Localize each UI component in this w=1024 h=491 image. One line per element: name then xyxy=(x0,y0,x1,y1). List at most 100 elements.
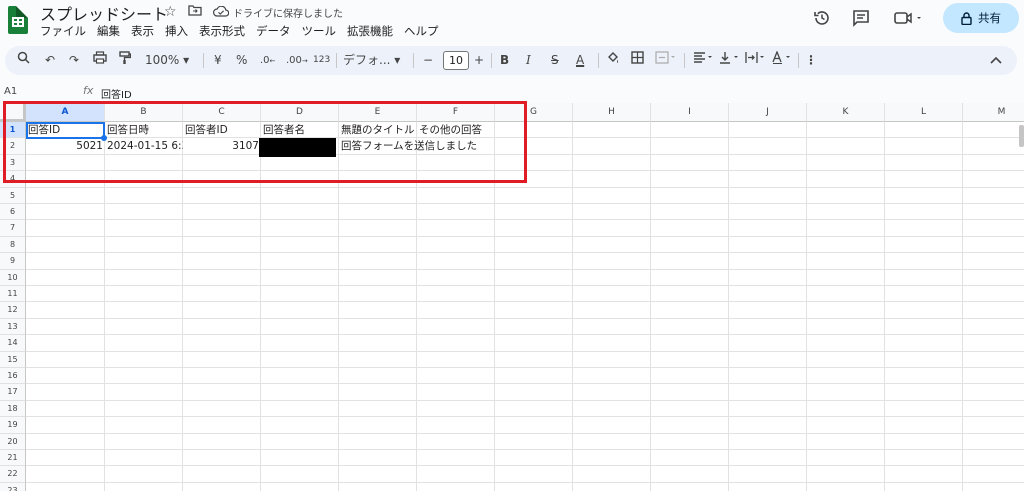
row-header-10[interactable]: 10 xyxy=(0,269,26,286)
text-wrap-icon[interactable] xyxy=(745,51,767,70)
row-header-12[interactable]: 12 xyxy=(0,302,26,319)
spreadsheet-app: スプレッドシート ☆ ドライブに保存しました ファイル 編集 表示 挿入 表示形… xyxy=(0,0,1024,491)
menu-file[interactable]: ファイル xyxy=(40,23,86,39)
grid-line xyxy=(572,122,573,491)
grid-line xyxy=(26,432,1024,434)
grid-line xyxy=(26,465,1024,467)
decrease-font-size-button[interactable]: − xyxy=(423,51,433,70)
number-format-button[interactable]: 123 xyxy=(313,51,330,70)
grid-line xyxy=(26,285,1024,286)
grid-line xyxy=(26,481,1024,483)
comment-icon[interactable] xyxy=(852,9,870,31)
row-header-9[interactable]: 9 xyxy=(0,253,26,270)
redo-icon[interactable]: ↷ xyxy=(69,51,79,70)
row-header-6[interactable]: 6 xyxy=(0,204,26,221)
share-button[interactable]: 共有 xyxy=(943,3,1019,33)
history-icon[interactable] xyxy=(813,9,831,31)
font-size-input[interactable]: 10 xyxy=(443,51,469,70)
menu-tools[interactable]: ツール xyxy=(302,23,337,39)
decrease-decimal-label: .0 xyxy=(260,55,270,66)
grid-line xyxy=(26,416,1024,418)
menu-view[interactable]: 表示 xyxy=(131,23,154,39)
horizontal-align-icon[interactable] xyxy=(693,51,715,70)
move-folder-icon[interactable] xyxy=(188,4,202,20)
paint-format-icon[interactable] xyxy=(118,51,132,70)
document-title[interactable]: スプレッドシート xyxy=(40,1,168,25)
header: スプレッドシート ☆ ドライブに保存しました ファイル 編集 表示 挿入 表示形… xyxy=(0,0,1024,44)
decrease-decimal-button[interactable]: .0← xyxy=(260,51,275,70)
bold-button[interactable]: B xyxy=(500,51,509,70)
grid-line xyxy=(806,122,807,491)
menu-insert[interactable]: 挿入 xyxy=(165,23,188,39)
italic-button[interactable]: I xyxy=(526,51,531,70)
row-header-13[interactable]: 13 xyxy=(0,318,26,336)
vertical-scrollbar[interactable] xyxy=(1019,125,1024,147)
menu-format[interactable]: 表示形式 xyxy=(199,23,245,39)
menu-help[interactable]: ヘルプ xyxy=(404,23,439,39)
text-rotation-icon[interactable] xyxy=(771,50,793,70)
merge-cells-icon[interactable] xyxy=(655,51,677,70)
sheets-logo-icon[interactable] xyxy=(8,6,28,34)
row-header-19[interactable]: 19 xyxy=(0,417,26,434)
star-icon[interactable]: ☆ xyxy=(164,4,177,20)
menu-data[interactable]: データ xyxy=(256,23,291,39)
row-header-7[interactable]: 7 xyxy=(0,220,26,237)
column-header-l[interactable]: L xyxy=(885,103,963,122)
toolbar-divider xyxy=(684,53,685,68)
grid-line xyxy=(26,383,1024,385)
grid-line xyxy=(26,317,1024,319)
grid-line xyxy=(26,186,1024,188)
increase-decimal-button[interactable]: .00→ xyxy=(286,51,308,70)
cloud-saved-icon[interactable] xyxy=(213,5,230,21)
percent-format-button[interactable]: % xyxy=(236,51,247,70)
column-header-m[interactable]: M xyxy=(963,103,1024,122)
row-header-17[interactable]: 17 xyxy=(0,384,26,401)
row-header-16[interactable]: 16 xyxy=(0,368,26,385)
grid-line xyxy=(26,301,1024,303)
toolbar-divider xyxy=(491,53,492,68)
collapse-toolbar-icon[interactable] xyxy=(990,51,1002,70)
formula-input[interactable]: 回答ID xyxy=(101,86,132,101)
grid-line xyxy=(962,122,963,491)
column-header-i[interactable]: I xyxy=(651,103,729,122)
toolbar-divider xyxy=(413,53,414,68)
row-header-18[interactable]: 18 xyxy=(0,400,26,418)
search-icon[interactable] xyxy=(17,51,30,70)
column-header-h[interactable]: H xyxy=(573,103,651,122)
grid-line xyxy=(884,122,885,491)
row-header-22[interactable]: 22 xyxy=(0,466,26,483)
grid-line xyxy=(26,252,1024,254)
strikethrough-button[interactable]: S xyxy=(551,51,559,70)
zoom-select[interactable]: 100% ▾ xyxy=(145,51,189,70)
increase-font-size-button[interactable]: + xyxy=(474,51,484,70)
row-header-15[interactable]: 15 xyxy=(0,351,26,368)
toolbar: ↶ ↷ 100% ▾ ¥ % .0← .00→ 123 デフォ... ▾ − 1… xyxy=(5,46,1017,75)
menu-bar: ファイル 編集 表示 挿入 表示形式 データ ツール 拡張機能 ヘルプ xyxy=(40,23,439,39)
row-header-5[interactable]: 5 xyxy=(0,187,26,204)
row-header-21[interactable]: 21 xyxy=(0,450,26,467)
font-family-select[interactable]: デフォ... ▾ xyxy=(343,51,400,70)
menu-extensions[interactable]: 拡張機能 xyxy=(347,23,393,39)
print-icon[interactable] xyxy=(93,51,107,70)
row-header-23[interactable]: 23 xyxy=(0,482,26,491)
grid-line xyxy=(26,449,1024,450)
row-header-11[interactable]: 11 xyxy=(0,286,26,303)
column-header-j[interactable]: J xyxy=(729,103,807,122)
currency-format-button[interactable]: ¥ xyxy=(214,51,222,70)
font-family-value: デフォ... xyxy=(343,53,391,67)
borders-icon[interactable] xyxy=(631,51,644,70)
vertical-align-icon[interactable] xyxy=(719,51,741,70)
grid-line xyxy=(26,203,1024,204)
column-header-k[interactable]: K xyxy=(807,103,885,122)
fill-color-icon[interactable] xyxy=(606,51,620,70)
row-header-14[interactable]: 14 xyxy=(0,335,26,352)
row-header-20[interactable]: 20 xyxy=(0,433,26,450)
meet-video-icon[interactable] xyxy=(893,9,923,31)
more-options-icon[interactable]: ⋮ xyxy=(805,51,817,70)
name-box[interactable]: A1 xyxy=(4,86,17,97)
text-color-button[interactable]: A xyxy=(576,51,584,70)
undo-icon[interactable]: ↶ xyxy=(45,51,55,70)
menu-edit[interactable]: 編集 xyxy=(97,23,120,39)
row-header-8[interactable]: 8 xyxy=(0,236,26,254)
lock-icon xyxy=(961,11,972,25)
